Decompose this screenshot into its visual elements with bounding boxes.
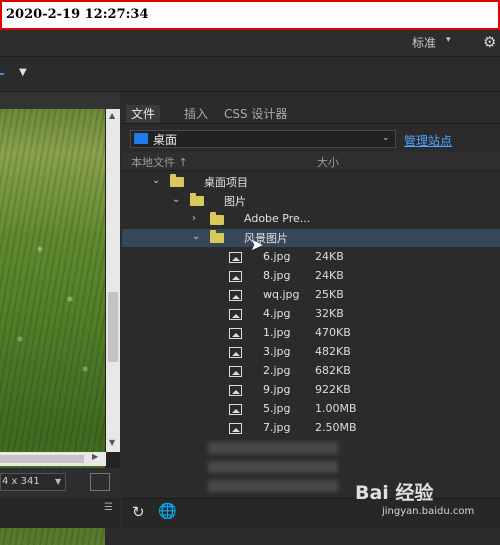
image-file-icon (229, 347, 242, 358)
chevron-down-icon[interactable]: ⌄ (192, 231, 200, 242)
vertical-scroll-thumb[interactable] (108, 292, 118, 362)
file-name: 7.jpg (263, 421, 291, 434)
tree-row-adobe-pre[interactable]: › Adobe Pre... (122, 211, 500, 229)
blurred-row (208, 480, 338, 492)
chevron-down-icon[interactable]: ▾ (446, 35, 451, 45)
chevron-right-icon[interactable]: › (192, 213, 196, 224)
folder-icon (210, 230, 224, 243)
file-row[interactable]: 6.jpg 24KB (122, 249, 500, 267)
image-file-icon (229, 309, 242, 320)
tree-item-label: 图片 (224, 195, 246, 208)
file-row[interactable]: 7.jpg 2.50MB (122, 420, 500, 438)
file-name: 1.jpg (263, 326, 291, 339)
left-bottom-bar (0, 498, 120, 528)
file-row[interactable]: wq.jpg 25KB (122, 287, 500, 305)
file-size: 1.00MB (315, 402, 357, 415)
file-row[interactable]: 3.jpg 482KB (122, 344, 500, 362)
file-name: 9.jpg (263, 383, 291, 396)
chevron-down-icon[interactable]: ▼ (19, 67, 27, 78)
file-name: 5.jpg (263, 402, 291, 415)
file-name: 8.jpg (263, 269, 291, 282)
file-name: 6.jpg (263, 250, 291, 263)
tab-divider (122, 123, 500, 124)
file-row[interactable]: 9.jpg 922KB (122, 382, 500, 400)
folder-icon (170, 174, 184, 187)
timestamp-bar: 2020-2-19 12:27:34 (0, 0, 500, 30)
folder-icon (190, 193, 204, 206)
image-file-icon (229, 404, 242, 415)
tree-item-label: 桌面项目 (204, 176, 248, 189)
tab-files[interactable]: 文件 (126, 105, 161, 123)
document-tab-strip (0, 92, 120, 109)
blurred-row (208, 442, 338, 454)
refresh-icon[interactable]: ↻ (132, 503, 145, 521)
preview-button[interactable] (90, 473, 110, 491)
file-row[interactable]: 8.jpg 24KB (122, 268, 500, 286)
column-size[interactable]: 大小 (317, 154, 339, 170)
desktop-icon (134, 133, 148, 144)
gear-icon[interactable]: ⚙ (483, 33, 496, 51)
file-row[interactable]: 1.jpg 470KB (122, 325, 500, 343)
file-size: 922KB (315, 383, 351, 396)
file-size: 25KB (315, 288, 344, 301)
file-row[interactable]: 4.jpg 32KB (122, 306, 500, 324)
app-top-bar: 标准 ▾ ⚙ (0, 30, 500, 57)
scroll-down-icon[interactable]: ▼ (109, 438, 115, 447)
file-size: 32KB (315, 307, 344, 320)
globe-icon[interactable]: 🌐 (158, 502, 177, 520)
image-file-icon (229, 271, 242, 282)
files-panel: 文件 插入 CSS 设计器 桌面 ⌄ 管理站点 本地文件 ↑ 大小 ⌄ 桌面项目… (122, 92, 500, 529)
blurred-row (208, 461, 338, 473)
image-file-icon (229, 423, 242, 434)
file-size: 24KB (315, 250, 344, 263)
file-size: 24KB (315, 269, 344, 282)
chevron-down-icon[interactable]: ⌄ (382, 133, 390, 143)
timestamp-text: 2020-2-19 12:27:34 (6, 7, 149, 22)
tree-row-landscape-images[interactable]: ⌄ 风景图片 (122, 229, 500, 247)
file-name: 3.jpg (263, 345, 291, 358)
horizontal-scroll-thumb[interactable] (0, 455, 84, 463)
document-toolbar: ▼ (0, 57, 500, 92)
file-row[interactable]: 5.jpg 1.00MB (122, 401, 500, 419)
column-local-files[interactable]: 本地文件 ↑ (131, 154, 188, 170)
watermark-url: jingyan.baidu.com (382, 506, 475, 517)
image-file-icon (229, 385, 242, 396)
file-size: 682KB (315, 364, 351, 377)
image-file-icon (229, 290, 242, 301)
chevron-down-icon[interactable]: ⌄ (172, 194, 180, 205)
file-row[interactable]: 2.jpg 682KB (122, 363, 500, 381)
image-file-icon (229, 252, 242, 263)
file-size: 2.50MB (315, 421, 357, 434)
manage-sites-link[interactable]: 管理站点 (404, 132, 452, 149)
tree-row-images[interactable]: ⌄ 图片 (122, 192, 500, 210)
baidu-watermark: Bai 经验 (355, 482, 434, 504)
tree-item-label: Adobe Pre... (244, 212, 311, 225)
chevron-down-icon[interactable]: ▼ (55, 477, 61, 486)
file-name: wq.jpg (263, 288, 300, 301)
folder-icon (210, 212, 224, 225)
scroll-up-icon[interactable]: ▲ (109, 111, 115, 120)
chevron-down-icon[interactable]: ⌄ (152, 175, 160, 186)
file-name: 4.jpg (263, 307, 291, 320)
site-select-value: 桌面 (153, 133, 178, 147)
file-size: 482KB (315, 345, 351, 358)
tab-insert[interactable]: 插入 (184, 105, 208, 123)
mouse-cursor-icon: ➤ (250, 235, 264, 254)
vertical-scrollbar[interactable] (106, 109, 120, 452)
tab-css-designer[interactable]: CSS 设计器 (224, 105, 287, 123)
image-file-icon (229, 328, 242, 339)
document-view: ▲ ▼ ▶ 4 x 341 ▼ ☰ (0, 92, 120, 545)
scroll-right-icon[interactable]: ▶ (92, 452, 98, 461)
tree-row-desktop-project[interactable]: ⌄ 桌面项目 (122, 173, 500, 191)
menu-icon[interactable]: ☰ (104, 502, 113, 513)
file-name: 2.jpg (263, 364, 291, 377)
toolbar-accent (0, 73, 4, 75)
image-file-icon (229, 366, 242, 377)
workspace-switcher[interactable]: 标准 (412, 34, 436, 51)
file-size: 470KB (315, 326, 351, 339)
